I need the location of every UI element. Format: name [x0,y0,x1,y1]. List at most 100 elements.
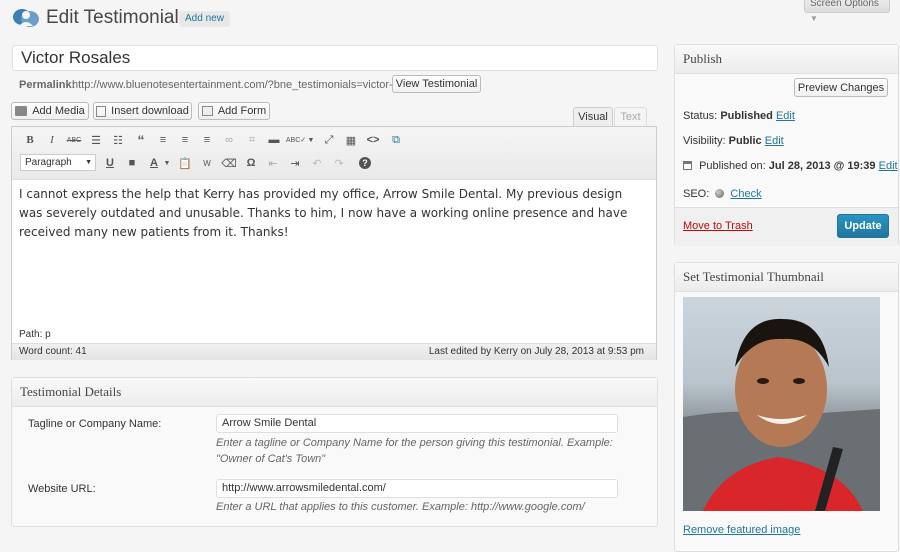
screen-options-label: Screen Options [810,0,879,9]
text-color-icon[interactable]: A [146,155,162,171]
align-right-icon[interactable]: ≡ [199,132,215,148]
word-count: Word count: 41 [19,346,87,357]
triangle-down-icon: ▼ [810,14,818,23]
editor-toolbar: B I ABC ☰ ☷ “ ≡ ≡ ≡ ∞ ⌗ ▬ ABC✓ ▼ ⤢ ▦ <> … [12,127,656,180]
spellcheck-dropdown-icon[interactable]: ▼ [307,132,315,148]
format-select[interactable]: Paragraph ▼ [20,154,96,171]
add-media-icon [15,106,28,116]
format-select-value: Paragraph [25,157,72,168]
seo-status-icon [715,189,725,198]
published-edit-link[interactable]: Edit [879,160,898,172]
help-icon[interactable]: ? [357,155,373,171]
editor-content[interactable]: I cannot express the help that Kerry has… [19,185,649,242]
shortcode-icon[interactable]: ⧉ [388,132,404,148]
published-value: Jul 28, 2013 @ 19:39 [768,160,876,172]
permalink-label: Permalink: [19,79,76,91]
remove-featured-image-link[interactable]: Remove featured image [683,524,800,536]
bold-icon[interactable]: B [22,132,38,148]
fullscreen-icon[interactable]: ⤢ [321,132,337,148]
tab-visual[interactable]: Visual [573,107,613,127]
preview-changes-button[interactable]: Preview Changes [794,78,888,97]
form-icon [201,106,213,116]
title-value: Victor Rosales [21,48,131,67]
website-url-label: Website URL: [28,483,96,495]
outdent-icon[interactable]: ⇤ [265,155,281,171]
add-form-label: Add Form [217,105,267,117]
align-center-icon[interactable]: ≡ [177,132,193,148]
calendar-icon [683,161,692,170]
text-color-dropdown-icon[interactable]: ▼ [163,155,171,171]
publish-box: Publish Preview Changes Status: Publishe… [674,44,899,246]
last-edited: Last edited by Kerry on July 28, 2013 at… [428,346,644,357]
insert-download-button[interactable]: Insert download [93,102,192,120]
underline-icon[interactable]: U [102,155,118,171]
thumbnail-title: Set Testimonial Thumbnail [675,263,898,292]
download-icon [96,105,107,117]
update-button[interactable]: Update [837,214,889,238]
website-url-input[interactable]: http://www.arrowsmiledental.com/ [216,479,618,498]
move-to-trash-link[interactable]: Move to Trash [683,220,753,232]
unlink-icon[interactable]: ⌗ [244,132,260,148]
paste-word-icon[interactable]: W [199,155,215,171]
visibility-value: Public [728,135,762,147]
title-input[interactable]: Victor Rosales [12,45,658,71]
toolbar-toggle-icon[interactable]: ▦ [343,132,359,148]
code-icon[interactable]: <> [365,132,381,148]
visibility-label: Visibility: [683,135,726,147]
permalink-url[interactable]: http://www.bluenotesentertainment.com/?b… [72,79,428,91]
italic-icon[interactable]: I [44,132,60,148]
add-media-button[interactable]: Add Media [11,102,89,120]
editor-status-bar: Word count: 41 Last edited by Kerry on J… [12,343,656,360]
app-logo-icon [12,6,40,30]
tagline-hint: Enter a tagline or Company Name for the … [216,437,613,465]
seo-check-link[interactable]: Check [730,188,761,200]
bullet-list-icon[interactable]: ☰ [88,132,104,148]
editor-container: B I ABC ☰ ☷ “ ≡ ≡ ≡ ∞ ⌗ ▬ ABC✓ ▼ ⤢ ▦ <> … [11,126,657,360]
screen-options-button[interactable]: Screen Options ▼ [804,0,890,23]
website-url-value: http://www.arrowsmiledental.com/ [222,482,386,494]
publish-actions: Move to Trash Update [675,207,898,246]
featured-image[interactable] [683,297,880,511]
status-label: Status: [683,110,718,122]
redo-icon[interactable]: ↷ [331,155,347,171]
more-tag-icon[interactable]: ▬ [266,132,282,148]
link-icon[interactable]: ∞ [221,132,237,148]
status-row: Status: Published Edit [683,110,795,122]
editor-path: Path: p [19,329,51,340]
undo-icon[interactable]: ↶ [309,155,325,171]
strikethrough-icon[interactable]: ABC [66,132,82,148]
status-value: Published [720,110,773,122]
clear-format-icon[interactable]: ⌫ [221,155,237,171]
add-media-label: Add Media [32,105,85,117]
justify-icon[interactable]: ■ [124,155,140,171]
tagline-value: Arrow Smile Dental [222,417,317,429]
add-new-button[interactable]: Add new [179,11,230,27]
published-label: Published on: [699,160,766,172]
website-url-hint: Enter a URL that applies to this custome… [216,501,585,513]
thumbnail-box: Set Testimonial Thumbnail Remove feature… [674,262,899,552]
testimonial-details-box: Testimonial Details Tagline or Company N… [11,377,658,527]
view-testimonial-button[interactable]: View Testimonial [392,75,481,93]
testimonial-details-title: Testimonial Details [12,378,657,407]
spellcheck-icon[interactable]: ABC✓ [286,132,306,148]
seo-row: SEO: Check [683,188,762,200]
published-row: Published on: Jul 28, 2013 @ 19:39 Edit [683,160,898,172]
paste-text-icon[interactable]: 📋 [177,155,193,171]
blockquote-icon[interactable]: “ [133,132,149,148]
seo-label: SEO: [683,188,710,200]
numbered-list-icon[interactable]: ☷ [110,132,126,148]
select-arrow-icon: ▼ [85,159,92,166]
tagline-label: Tagline or Company Name: [28,418,162,430]
page-title: Edit Testimonial [46,7,179,28]
tagline-input[interactable]: Arrow Smile Dental [216,414,618,433]
indent-icon[interactable]: ⇥ [287,155,303,171]
align-left-icon[interactable]: ≡ [155,132,171,148]
visibility-edit-link[interactable]: Edit [765,135,784,147]
publish-title: Publish [675,45,898,74]
visibility-row: Visibility: Public Edit [683,135,784,147]
tab-text[interactable]: Text [614,107,647,127]
add-form-button[interactable]: Add Form [198,102,270,120]
insert-download-label: Insert download [111,105,189,117]
status-edit-link[interactable]: Edit [776,110,795,122]
special-char-icon[interactable]: Ω [243,155,259,171]
